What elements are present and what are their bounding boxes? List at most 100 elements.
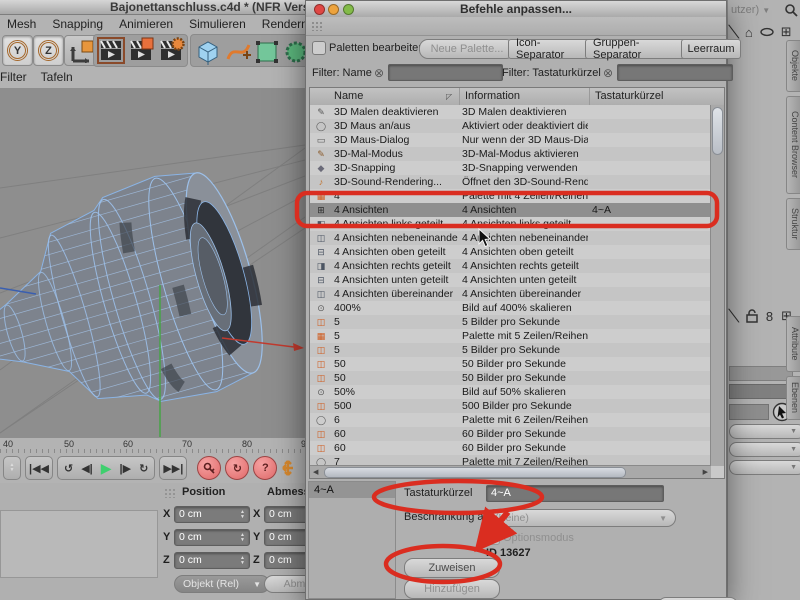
space-button[interactable]: Leerraum [681, 39, 741, 59]
table-row[interactable]: ▦4Palette mit 4 Zeilen/Reihen [310, 189, 711, 203]
table-row[interactable]: ✎3D Malen deaktivieren3D Malen deaktivie… [310, 105, 711, 119]
table-row[interactable]: ◯3D Maus an/ausAktiviert oder deaktivier… [310, 119, 711, 133]
viewport-3d[interactable] [0, 88, 305, 437]
header-name[interactable]: Name [334, 89, 363, 104]
position-z-field[interactable]: 0 cm▲▼ [174, 552, 250, 569]
restriction-dropdown[interactable]: (Keine)▼ [486, 509, 676, 527]
dock-tab-objekte[interactable]: Objekte [786, 40, 800, 92]
filter-shortcut-input[interactable] [617, 64, 733, 81]
layout-dropdown[interactable]: utzer) ▼ [731, 4, 770, 16]
table-row[interactable]: ◫4 Ansichten übereinander4 Ansichten übe… [310, 287, 711, 301]
play-icon[interactable]: ▶ [101, 460, 112, 477]
lock-z-axis-button[interactable]: Z [33, 35, 64, 66]
lock-y-axis-button[interactable]: Y [2, 35, 33, 66]
table-row[interactable]: ◫5050 Bilder pro Sekunde [310, 371, 711, 385]
eye-icon[interactable] [760, 27, 774, 37]
horizontal-scroll-thumb[interactable] [324, 467, 626, 478]
dock-tab-ebenen[interactable]: Ebenen [786, 376, 800, 420]
record-options-button[interactable]: ? [253, 456, 277, 480]
search-icon[interactable] [784, 3, 798, 17]
attribute-dropdown-3[interactable]: ▼ [729, 460, 800, 475]
menu-rendern[interactable]: Rendern [262, 17, 308, 31]
panel-grip-icon[interactable] [164, 488, 176, 498]
frame-stepper[interactable]: ▲▼ [3, 456, 21, 480]
attribute-dropdown-1[interactable]: ▼ [729, 424, 800, 439]
new-palette-button[interactable]: Neue Palette... [419, 39, 515, 59]
scroll-left-icon[interactable]: ◀ [313, 468, 318, 476]
table-row[interactable]: ▭3D Maus-DialogNur wenn der 3D Maus-Dial [310, 133, 711, 147]
table-row[interactable]: ✎3D-Mal-Modus3D-Mal-Modus aktivieren [310, 147, 711, 161]
dock-tab-attribute[interactable]: Attribute [786, 316, 800, 372]
dock-tab-struktur[interactable]: Struktur [786, 198, 800, 250]
cursor-mode-icon[interactable]: ╲ [729, 307, 739, 324]
position-x-field[interactable]: 0 cm▲▼ [174, 506, 250, 523]
filter-name-input[interactable] [388, 64, 503, 81]
header-information[interactable]: Information [465, 89, 520, 104]
goto-start-button[interactable]: |◀◀ [25, 456, 53, 480]
icon-separator-button[interactable]: Icon-Separator [508, 39, 596, 59]
menu-simulieren[interactable]: Simulieren [189, 17, 246, 31]
clear-filter-name-icon[interactable]: ⊗ [374, 66, 384, 80]
play-backwards-icon[interactable]: ↺ [64, 462, 73, 475]
object-mode-dropdown[interactable]: Objekt (Rel)▼ [174, 575, 270, 593]
drag-grip-icon[interactable] [311, 21, 323, 31]
minimize-icon[interactable] [328, 4, 339, 15]
options-mode-checkbox[interactable] [487, 532, 500, 545]
table-row[interactable]: ⊟4 Ansichten unten geteilt4 Ansichten un… [310, 273, 711, 287]
record-rotation-button[interactable]: ↻ [225, 456, 249, 480]
link-icon[interactable]: 8 [766, 309, 773, 324]
header-shortcut[interactable]: Tastaturkürzel [595, 89, 663, 104]
material-manager-empty[interactable] [0, 510, 158, 578]
viewport-menu-filter[interactable]: Filter [0, 70, 27, 84]
group-separator-button[interactable]: Gruppen-Separator [585, 39, 693, 59]
table-row[interactable]: ▦5Palette mit 5 Zeilen/Reihen [310, 329, 711, 343]
table-row[interactable]: ⊞4 Ansichten4 Ansichten4~A [310, 203, 711, 217]
lock-icon[interactable] [746, 309, 758, 323]
attribute-dropdown-2[interactable]: ▼ [729, 442, 800, 457]
menu-animieren[interactable]: Animieren [119, 17, 173, 31]
scroll-right-icon[interactable]: ▶ [703, 468, 708, 476]
table-row[interactable]: ⊙50%Bild auf 50% skalieren [310, 385, 711, 399]
previous-frame-icon[interactable]: ◀| [81, 462, 93, 475]
vertical-scrollbar[interactable] [710, 105, 724, 466]
table-row[interactable]: ◧4 Ansichten links geteilt4 Ansichten li… [310, 217, 711, 231]
record-keyframe-button[interactable] [197, 456, 221, 480]
position-y-field[interactable]: 0 cm▲▼ [174, 529, 250, 546]
dock-tab-content-browser[interactable]: Content Browser [786, 96, 800, 194]
table-row[interactable]: ⊟4 Ansichten oben geteilt4 Ansichten obe… [310, 245, 711, 259]
next-frame-icon[interactable]: |▶ [120, 462, 132, 475]
table-row[interactable]: ◫55 Bilder pro Sekunde [310, 315, 711, 329]
table-row[interactable]: ⊙400%Bild auf 400% skalieren [310, 301, 711, 315]
assigned-shortcut-list[interactable]: 4~A [308, 481, 396, 599]
table-row[interactable]: ◯6Palette mit 6 Zeilen/Reihen [310, 413, 711, 427]
viewport-menu-tafeln[interactable]: Tafeln [41, 70, 73, 84]
table-row[interactable]: ◨4 Ansichten rechts geteilt4 Ansichten r… [310, 259, 711, 273]
table-row[interactable]: ◫55 Bilder pro Sekunde [310, 343, 711, 357]
vertical-scroll-thumb[interactable] [712, 107, 723, 155]
add-panel-icon[interactable]: ⊞ [781, 24, 792, 40]
close-icon[interactable] [314, 4, 325, 15]
table-row[interactable]: ◫500500 Bilder pro Sekunde [310, 399, 711, 413]
assign-button[interactable]: Zuweisen [404, 558, 500, 578]
play-loop-icon[interactable]: ↻ [139, 462, 148, 475]
add-button[interactable]: Hinzufügen [404, 579, 500, 599]
horizontal-scrollbar[interactable]: ◀ ▶ [310, 465, 711, 478]
table-row[interactable]: ◫5050 Bilder pro Sekunde [310, 357, 711, 371]
table-row[interactable]: ◫4 Ansichten nebeneinander4 Ansichten ne… [310, 231, 711, 245]
clear-filter-shortcut-icon[interactable]: ⊗ [603, 66, 613, 80]
sort-icon[interactable]: ◸ [446, 89, 452, 104]
menu-mesh[interactable]: Mesh [7, 17, 36, 31]
attribute-field[interactable] [729, 404, 769, 420]
table-row[interactable]: ◆3D-Snapping3D-Snapping verwenden [310, 161, 711, 175]
dialog-titlebar[interactable]: Befehle anpassen... [306, 1, 726, 18]
table-row[interactable]: ◫6060 Bilder pro Sekunde [310, 427, 711, 441]
pen-icon[interactable]: ╲ [729, 23, 739, 40]
table-row[interactable]: ♪3D-Sound-Rendering...Öffnet den 3D-Soun… [310, 175, 711, 189]
menu-snapping[interactable]: Snapping [52, 17, 103, 31]
edit-palettes-checkbox[interactable] [312, 41, 326, 55]
home-icon[interactable]: ⌂ [745, 25, 753, 40]
goto-end-button[interactable]: ▶▶| [159, 456, 187, 480]
shortcut-input[interactable]: 4~A [486, 485, 664, 502]
assigned-shortcut-item[interactable]: 4~A [309, 482, 395, 498]
zoom-window-icon[interactable] [343, 4, 354, 15]
